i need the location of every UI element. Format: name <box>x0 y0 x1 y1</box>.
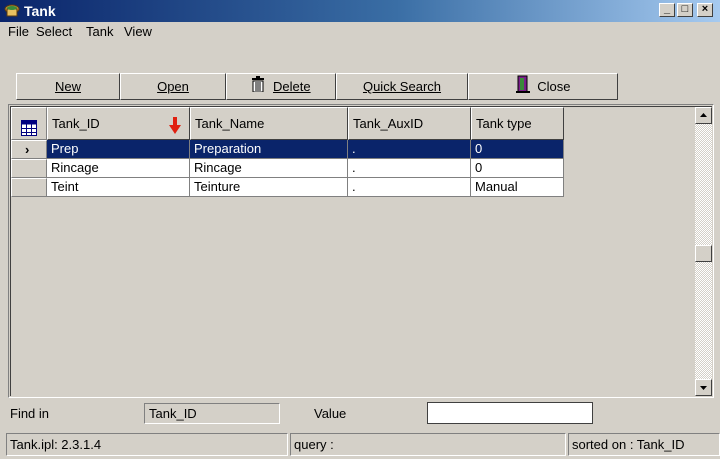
current-row-marker-icon: › <box>25 142 30 157</box>
row-indicator[interactable]: › <box>11 140 47 159</box>
table-cell[interactable]: 0 <box>471 140 564 159</box>
status-bar: Tank.ipl: 2.3.1.4 query : sorted on : Ta… <box>0 430 720 459</box>
row-indicator[interactable] <box>11 159 47 178</box>
maximize-button[interactable]: □ <box>677 3 693 17</box>
scroll-up-button[interactable] <box>695 107 712 124</box>
menu-file[interactable]: File <box>8 25 29 39</box>
status-query: query : <box>290 433 566 456</box>
table-cell[interactable]: . <box>348 178 471 197</box>
column-header-label: Tank type <box>476 116 532 131</box>
find-in-label: Find in <box>10 406 50 421</box>
value-input[interactable] <box>427 402 593 424</box>
column-header-tank-name[interactable]: Tank_Name <box>190 107 348 140</box>
new-button[interactable]: New <box>16 73 120 100</box>
quick-search-button-label: Quick Search <box>362 79 442 94</box>
minimize-button[interactable]: _ <box>659 3 675 17</box>
status-sorted-on: sorted on : Tank_ID <box>568 433 720 456</box>
table-cell[interactable]: Preparation <box>190 140 348 159</box>
grid-corner[interactable] <box>11 107 47 140</box>
table-cell[interactable]: . <box>348 140 471 159</box>
table-cell[interactable]: 0 <box>471 159 564 178</box>
delete-button[interactable]: Delete <box>226 73 336 100</box>
arrow-down-icon <box>700 386 707 390</box>
tank-grid[interactable]: Tank_ID Tank_Name Tank_AuxID Tank type ›… <box>8 104 714 398</box>
close-window-button[interactable]: × <box>697 3 713 17</box>
table-cell[interactable]: Teint <box>47 178 190 197</box>
table-cell[interactable]: Rincage <box>190 159 348 178</box>
table-cell[interactable]: Manual <box>471 178 564 197</box>
column-header-label: Tank_ID <box>52 116 100 131</box>
row-indicator[interactable] <box>11 178 47 197</box>
menu-tank[interactable]: Tank <box>86 25 113 39</box>
new-button-label: New <box>54 79 81 94</box>
find-bar: Find in Tank_ID Value <box>0 399 720 429</box>
table-cell[interactable]: Rincage <box>47 159 190 178</box>
column-header-tank-auxid[interactable]: Tank_AuxID <box>348 107 471 140</box>
arrow-up-icon <box>700 113 707 117</box>
column-header-tank-type[interactable]: Tank type <box>471 107 564 140</box>
menu-view[interactable]: View <box>124 25 152 39</box>
title-bar[interactable]: Tank _ □ × <box>0 0 720 22</box>
close-icon: × <box>701 3 709 15</box>
grid-body: Tank_ID Tank_Name Tank_AuxID Tank type ›… <box>10 106 712 396</box>
window-title: Tank <box>24 3 56 19</box>
table-cell[interactable]: Prep <box>47 140 190 159</box>
door-exit-icon <box>515 75 530 101</box>
value-label: Value <box>314 406 347 421</box>
vertical-scrollbar[interactable] <box>695 107 712 396</box>
maximize-icon: □ <box>681 3 689 15</box>
quick-search-button[interactable]: Quick Search <box>336 73 468 100</box>
scroll-thumb[interactable] <box>695 245 712 262</box>
column-header-label: Tank_AuxID <box>353 116 424 131</box>
scroll-down-button[interactable] <box>695 379 712 396</box>
minimize-icon: _ <box>663 3 671 15</box>
table-cell[interactable]: . <box>348 159 471 178</box>
open-button-label: Open <box>157 79 189 94</box>
menu-select[interactable]: Select <box>36 25 72 39</box>
delete-button-label: Delete <box>273 79 311 94</box>
tank-app-icon[interactable] <box>4 3 20 19</box>
column-header-tank-id[interactable]: Tank_ID <box>47 107 190 140</box>
close-button[interactable]: Close <box>468 73 618 100</box>
status-version: Tank.ipl: 2.3.1.4 <box>6 433 288 456</box>
trash-icon <box>251 75 265 100</box>
table-cell[interactable]: Teinture <box>190 178 348 197</box>
tank-window: Tank _ □ × File Select Tank View New Ope… <box>0 0 720 459</box>
close-button-label: Close <box>537 79 571 94</box>
table-icon <box>21 116 37 139</box>
find-in-field[interactable]: Tank_ID <box>144 403 280 424</box>
column-header-label: Tank_Name <box>195 116 265 131</box>
menu-bar: File Select Tank View <box>0 22 720 42</box>
sort-down-arrow-icon <box>169 115 181 139</box>
open-button[interactable]: Open <box>120 73 226 100</box>
